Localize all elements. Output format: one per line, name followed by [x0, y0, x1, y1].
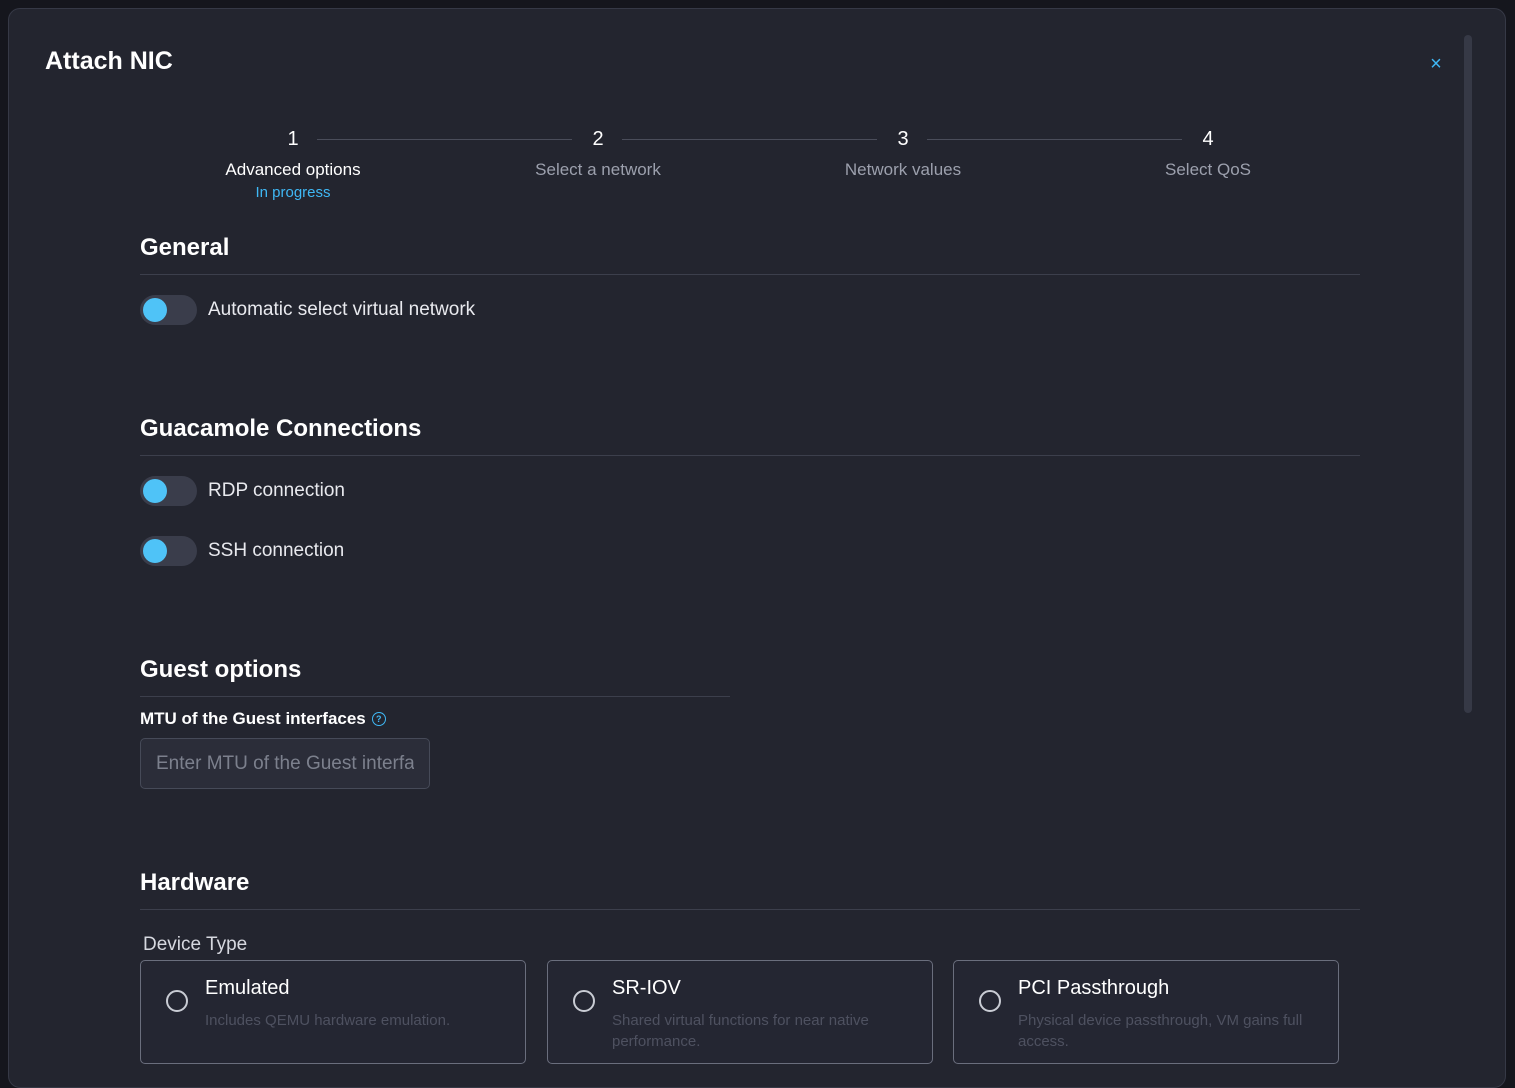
step-network-values[interactable]: 3 Network values	[803, 127, 1003, 180]
device-type-card-emulated[interactable]: Emulated Includes QEMU hardware emulatio…	[140, 960, 526, 1064]
mtu-field-label: MTU of the Guest interfaces ?	[140, 709, 386, 729]
mtu-input[interactable]	[140, 738, 430, 789]
device-type-card-pci-passthrough[interactable]: PCI Passthrough Physical device passthro…	[953, 960, 1339, 1064]
device-type-label: Device Type	[143, 934, 248, 955]
step-number: 4	[1202, 128, 1214, 150]
section-title-general: General	[140, 234, 230, 261]
auto-select-network-row: Automatic select virtual network	[140, 295, 475, 325]
card-title: SR-IOV	[612, 977, 681, 999]
ssh-connection-toggle[interactable]	[140, 536, 197, 566]
toggle-knob	[143, 479, 167, 503]
card-title: Emulated	[205, 977, 290, 999]
section-title-hardware: Hardware	[140, 869, 250, 896]
scrollbar[interactable]	[1464, 35, 1472, 713]
help-icon[interactable]: ?	[371, 712, 386, 726]
section-title-guest-options: Guest options	[140, 656, 302, 683]
auto-select-network-toggle[interactable]	[140, 295, 197, 325]
mtu-label-text: MTU of the Guest interfaces	[140, 709, 366, 728]
step-label: Select QoS	[1165, 160, 1251, 179]
modal-title: Attach NIC	[45, 47, 173, 75]
close-icon[interactable]: ×	[1425, 53, 1447, 75]
step-select-qos[interactable]: 4 Select QoS	[1108, 127, 1308, 180]
device-type-card-sr-iov[interactable]: SR-IOV Shared virtual functions for near…	[547, 960, 933, 1064]
divider	[140, 274, 1360, 275]
divider	[140, 455, 1360, 456]
radio-icon[interactable]	[573, 990, 595, 1012]
card-description: Includes QEMU hardware emulation.	[205, 1012, 451, 1029]
card-title: PCI Passthrough	[1018, 977, 1170, 999]
step-label: Network values	[844, 160, 962, 179]
rdp-row: RDP connection	[140, 476, 345, 506]
divider	[140, 696, 730, 697]
step-select-network[interactable]: 2 Select a network	[498, 127, 698, 180]
radio-icon[interactable]	[166, 990, 188, 1012]
step-status: In progress	[255, 184, 331, 201]
auto-select-network-label: Automatic select virtual network	[208, 299, 476, 320]
ssh-connection-label: SSH connection	[208, 540, 345, 561]
card-description: Physical device passthrough, VM gains fu…	[1018, 1012, 1303, 1050]
toggle-knob	[143, 298, 167, 322]
step-label: Select a network	[535, 160, 661, 179]
ssh-row: SSH connection	[140, 536, 344, 566]
toggle-knob	[143, 539, 167, 563]
rdp-connection-label: RDP connection	[208, 480, 345, 501]
radio-icon[interactable]	[979, 990, 1001, 1012]
attach-nic-modal: Attach NIC × 1 Advanced options In progr…	[8, 8, 1506, 1088]
card-description: Shared virtual functions for near native…	[612, 1012, 869, 1050]
divider	[140, 909, 1360, 910]
section-title-guacamole: Guacamole Connections	[140, 415, 422, 442]
step-label: Advanced options	[225, 160, 361, 179]
rdp-connection-toggle[interactable]	[140, 476, 197, 506]
